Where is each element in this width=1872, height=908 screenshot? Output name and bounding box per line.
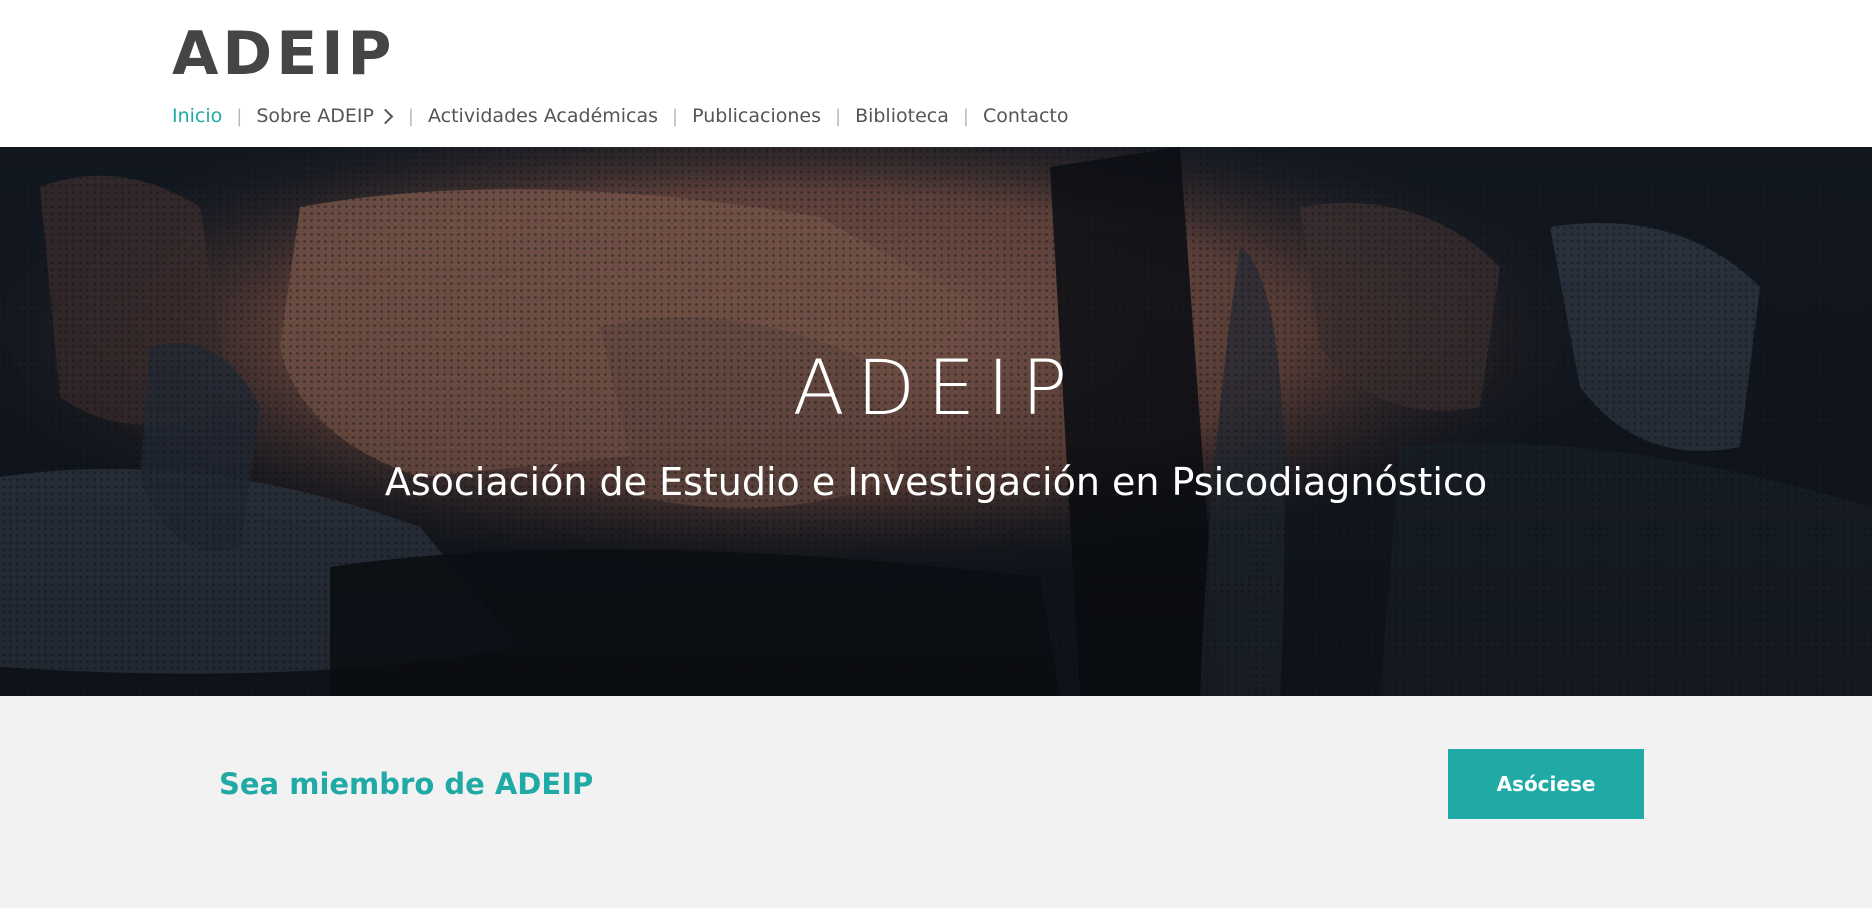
- nav-item-sobre-adeip[interactable]: Sobre ADEIP: [256, 105, 394, 127]
- membership-heading: Sea miembro de ADEIP: [219, 767, 594, 801]
- join-button[interactable]: Asóciese: [1448, 749, 1644, 819]
- nav-item-contacto[interactable]: Contacto: [983, 105, 1069, 127]
- site-logo[interactable]: ADEIP: [172, 18, 396, 90]
- nav-separator: |: [672, 105, 679, 127]
- site-header: ADEIP Inicio | Sobre ADEIP | Actividades…: [0, 0, 1872, 147]
- nav-separator: |: [962, 105, 969, 127]
- hero-title: ADEIP: [792, 343, 1080, 432]
- nav-separator: |: [236, 105, 243, 127]
- chevron-right-icon: [377, 108, 394, 124]
- hero-banner: ADEIP Asociación de Estudio e Investigac…: [0, 147, 1872, 696]
- nav-separator: |: [834, 105, 842, 127]
- nav-separator: |: [407, 105, 414, 127]
- nav-item-label: Sobre ADEIP: [256, 105, 374, 127]
- main-nav: Inicio | Sobre ADEIP | Actividades Acadé…: [172, 100, 1068, 132]
- nav-item-actividades-academicas[interactable]: Actividades Académicas: [428, 105, 658, 127]
- nav-item-inicio[interactable]: Inicio: [172, 105, 222, 127]
- membership-section: Sea miembro de ADEIP Asóciese: [0, 696, 1872, 908]
- hero-subtitle: Asociación de Estudio e Investigación en…: [384, 460, 1488, 504]
- nav-item-publicaciones[interactable]: Publicaciones: [692, 105, 821, 127]
- nav-item-biblioteca[interactable]: Biblioteca: [855, 105, 949, 127]
